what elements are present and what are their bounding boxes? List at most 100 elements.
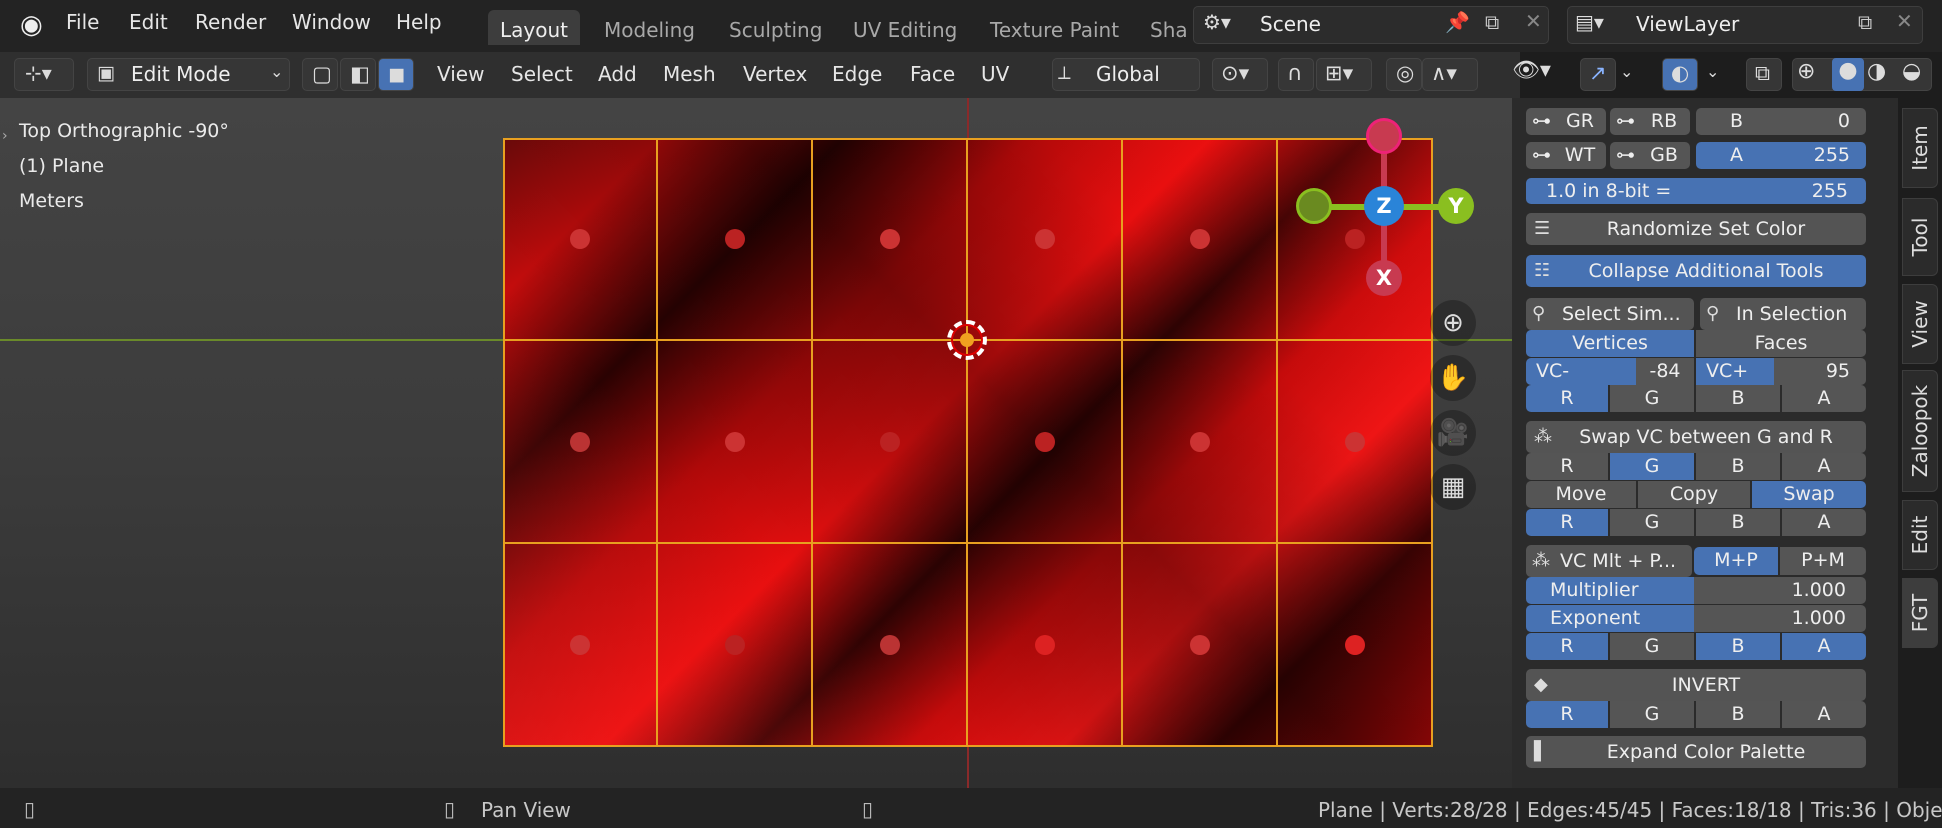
swap-dst-a-toggle[interactable]: A: [1782, 509, 1866, 536]
select-similar-button[interactable]: ⚲ Select Sim...: [1526, 298, 1694, 330]
copy-toggle[interactable]: Copy: [1638, 481, 1750, 508]
face-dot[interactable]: [725, 635, 745, 655]
invert-button[interactable]: ◆ INVERT: [1526, 669, 1866, 701]
vc-mlt-button[interactable]: ⁂ VC Mlt + P...: [1526, 545, 1692, 577]
overlay-chevron-icon[interactable]: ⌄: [1706, 62, 1719, 81]
invert-r-toggle[interactable]: R: [1526, 701, 1608, 728]
face-dot[interactable]: [1190, 635, 1210, 655]
vc-plus-label[interactable]: VC+: [1696, 358, 1774, 385]
menu-window[interactable]: Window: [292, 10, 371, 34]
close-layer-icon[interactable]: ✕: [1896, 9, 1913, 33]
camera-icon[interactable]: 🎥: [1430, 410, 1476, 456]
face-dot[interactable]: [1345, 432, 1365, 452]
faces-toggle[interactable]: Faces: [1696, 330, 1866, 357]
proportional-edit-icon[interactable]: ◎: [1386, 58, 1422, 91]
toggle-gb[interactable]: ⊶ GB: [1610, 142, 1690, 169]
menu-face[interactable]: Face: [910, 62, 955, 86]
multiplier-value[interactable]: 1.000: [1694, 577, 1866, 604]
xray-toggle-icon[interactable]: ⧉: [1746, 58, 1782, 91]
duplicate-layer-icon[interactable]: ⧉: [1858, 10, 1872, 34]
swap-dst-r-toggle[interactable]: R: [1526, 509, 1608, 536]
view-layer-name[interactable]: ViewLayer: [1636, 12, 1739, 36]
menu-edge[interactable]: Edge: [832, 62, 882, 86]
blender-logo-icon[interactable]: ◉: [20, 10, 50, 40]
vc-plus-value[interactable]: 95: [1774, 358, 1866, 385]
face-dot[interactable]: [570, 432, 590, 452]
gizmo-toggle-icon[interactable]: ↗: [1580, 58, 1616, 91]
tab-modeling[interactable]: Modeling: [592, 10, 707, 45]
wireframe-shading-icon[interactable]: ⊕: [1797, 59, 1815, 84]
randomize-set-color-button[interactable]: ☰ Randomize Set Color: [1526, 213, 1866, 245]
tab-tool[interactable]: Tool: [1902, 198, 1938, 276]
channel-b-field[interactable]: B0: [1696, 108, 1866, 135]
swap-src-a-toggle[interactable]: A: [1782, 453, 1866, 480]
zoom-icon[interactable]: ⊕: [1430, 300, 1476, 346]
menu-file[interactable]: File: [66, 10, 99, 34]
collapse-tools-button[interactable]: ☷ Collapse Additional Tools: [1526, 255, 1866, 287]
menu-vertex[interactable]: Vertex: [743, 62, 807, 86]
tab-item[interactable]: Item: [1902, 108, 1938, 188]
swap-src-b-toggle[interactable]: B: [1696, 453, 1780, 480]
face-dot[interactable]: [1035, 229, 1055, 249]
mlt-a-toggle[interactable]: A: [1782, 633, 1866, 660]
gizmo-chevron-icon[interactable]: ⌄: [1620, 62, 1633, 81]
in-selection-button[interactable]: ⚲ In Selection: [1700, 298, 1866, 330]
gizmo-x-icon[interactable]: X: [1366, 260, 1402, 296]
8bit-conversion-field[interactable]: 1.0 in 8-bit = 255: [1526, 178, 1866, 204]
gizmo-neg-x-icon[interactable]: [1366, 118, 1402, 154]
material-shading-icon[interactable]: ◑: [1867, 59, 1886, 84]
face-dot[interactable]: [570, 229, 590, 249]
mesh-plane[interactable]: [503, 138, 1433, 747]
tab-layout[interactable]: Layout: [488, 10, 580, 45]
channel-g-toggle[interactable]: G: [1610, 385, 1694, 412]
rendered-shading-icon[interactable]: ◒: [1902, 59, 1921, 84]
mp-toggle[interactable]: M+P: [1694, 547, 1778, 575]
face-dot[interactable]: [725, 229, 745, 249]
tab-shading[interactable]: Sha: [1138, 10, 1190, 45]
exponent-label[interactable]: Exponent: [1526, 605, 1694, 632]
face-dot[interactable]: [880, 432, 900, 452]
menu-select[interactable]: Select: [511, 62, 573, 86]
tab-sculpting[interactable]: Sculpting: [717, 10, 834, 45]
gizmo-z-icon[interactable]: Z: [1364, 186, 1404, 226]
menu-uv[interactable]: UV: [981, 62, 1009, 86]
mlt-r-toggle[interactable]: R: [1526, 633, 1608, 660]
face-dot[interactable]: [1035, 432, 1055, 452]
orientation-label[interactable]: Global: [1096, 62, 1160, 86]
swap-dst-b-toggle[interactable]: B: [1696, 509, 1780, 536]
menu-add[interactable]: Add: [598, 62, 637, 86]
swap-toggle[interactable]: Swap: [1752, 481, 1866, 508]
face-dot[interactable]: [880, 229, 900, 249]
face-dot[interactable]: [1035, 635, 1055, 655]
scene-icon[interactable]: ⚙▾: [1203, 10, 1231, 34]
pan-hand-icon[interactable]: ✋: [1430, 355, 1476, 401]
grid-icon[interactable]: ▦: [1430, 464, 1476, 510]
mlt-g-toggle[interactable]: G: [1610, 633, 1694, 660]
tab-edit[interactable]: Edit: [1902, 500, 1938, 570]
invert-b-toggle[interactable]: B: [1696, 701, 1780, 728]
tab-view[interactable]: View: [1902, 284, 1938, 364]
vertex-select-button[interactable]: ▢: [302, 58, 338, 91]
tab-fgt[interactable]: FGT: [1902, 578, 1938, 648]
vertices-toggle[interactable]: Vertices: [1526, 330, 1694, 357]
duplicate-icon[interactable]: ⧉: [1485, 10, 1499, 34]
gizmo-neg-y-icon[interactable]: [1296, 188, 1332, 224]
gizmo-y-icon[interactable]: Y: [1438, 188, 1474, 224]
multiplier-label[interactable]: Multiplier: [1526, 577, 1694, 604]
solid-shading-icon[interactable]: ●: [1832, 58, 1864, 91]
face-dot[interactable]: [725, 432, 745, 452]
pin-icon[interactable]: 📌: [1445, 10, 1470, 34]
invert-g-toggle[interactable]: G: [1610, 701, 1694, 728]
swap-dst-g-toggle[interactable]: G: [1610, 509, 1694, 536]
expand-color-palette-button[interactable]: ▌ Expand Color Palette: [1526, 736, 1866, 768]
scene-name[interactable]: Scene: [1260, 12, 1321, 36]
invert-a-toggle[interactable]: A: [1782, 701, 1866, 728]
tab-texture-paint[interactable]: Texture Paint: [978, 10, 1131, 45]
menu-render[interactable]: Render: [195, 10, 266, 34]
swap-src-r-toggle[interactable]: R: [1526, 453, 1608, 480]
face-dot[interactable]: [570, 635, 590, 655]
visibility-icon[interactable]: 👁▾: [1512, 58, 1568, 91]
editor-type-icon[interactable]: ⊹▾: [14, 58, 74, 91]
vc-minus-label[interactable]: VC-: [1526, 358, 1636, 385]
menu-mesh[interactable]: Mesh: [663, 62, 716, 86]
